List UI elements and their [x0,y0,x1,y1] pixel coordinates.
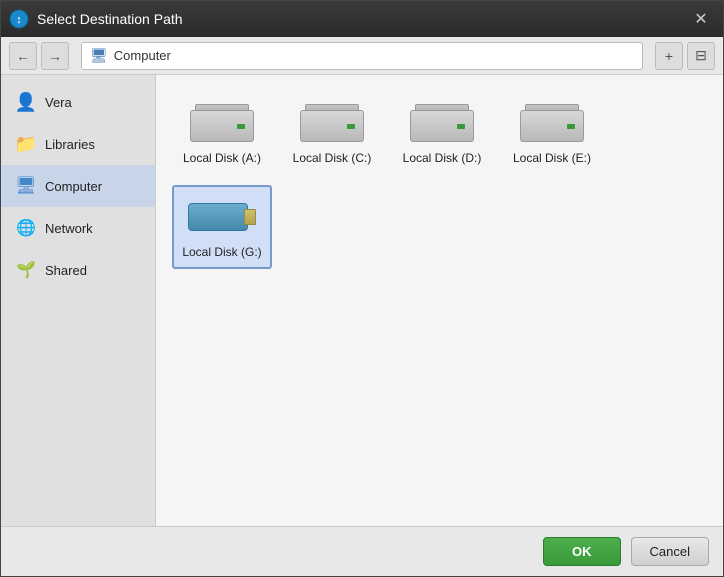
network-icon: 🌐 [15,217,37,239]
disk-item-e[interactable]: Local Disk (E:) [502,91,602,175]
disk-label-a: Local Disk (A:) [183,151,261,165]
disk-grid: Local Disk (A:) Local Disk (C:) [172,91,707,269]
content-area: 👤 Vera 📁 Libraries 🖥 Computer 🌐 [1,75,723,526]
sidebar-item-vera[interactable]: 👤 Vera [1,81,155,123]
back-button[interactable]: ← [9,42,37,70]
disk-item-g[interactable]: Local Disk (G:) [172,185,272,269]
disk-icon-d [408,101,476,145]
close-button[interactable]: ✕ [687,5,715,33]
main-pane: Local Disk (A:) Local Disk (C:) [156,75,723,526]
disk-icon-a [188,101,256,145]
view-toggle-button[interactable]: ⊟ [687,42,715,70]
sidebar-label-vera: Vera [45,95,72,110]
disk-label-g: Local Disk (G:) [182,245,261,259]
computer-icon: 🖥 [15,175,37,197]
disk-icon-g [188,195,256,239]
disk-icon-c [298,101,366,145]
footer: OK Cancel [1,526,723,576]
location-bar: 🖥 Computer [81,42,643,70]
toolbar: ← → 🖥 Computer + ⊟ [1,37,723,75]
disk-item-d[interactable]: Local Disk (D:) [392,91,492,175]
location-icon: 🖥 [90,47,108,64]
app-icon: ↕ [9,9,29,29]
library-icon: 📁 [15,133,37,155]
share-icon: 🌱 [15,259,37,281]
disk-label-c: Local Disk (C:) [293,151,372,165]
title-bar: ↕ Select Destination Path ✕ [1,1,723,37]
sidebar-item-shared[interactable]: 🌱 Shared [1,249,155,291]
disk-label-e: Local Disk (E:) [513,151,591,165]
sidebar-label-libraries: Libraries [45,137,95,152]
svg-text:↕: ↕ [16,14,22,26]
disk-label-d: Local Disk (D:) [403,151,482,165]
ok-button[interactable]: OK [543,537,621,566]
sidebar-label-shared: Shared [45,263,87,278]
disk-item-a[interactable]: Local Disk (A:) [172,91,272,175]
sidebar-item-libraries[interactable]: 📁 Libraries [1,123,155,165]
location-text: Computer [114,48,171,63]
cancel-button[interactable]: Cancel [631,537,709,566]
sidebar-item-network[interactable]: 🌐 Network [1,207,155,249]
new-folder-button[interactable]: + [655,42,683,70]
sidebar-label-network: Network [45,221,93,236]
disk-icon-e [518,101,586,145]
forward-button[interactable]: → [41,42,69,70]
person-icon: 👤 [15,91,37,113]
sidebar-label-computer: Computer [45,179,102,194]
toolbar-right: + ⊟ [655,42,715,70]
disk-item-c[interactable]: Local Disk (C:) [282,91,382,175]
sidebar: 👤 Vera 📁 Libraries 🖥 Computer 🌐 [1,75,156,526]
sidebar-item-computer[interactable]: 🖥 Computer [1,165,155,207]
dialog: ↕ Select Destination Path ✕ ← → 🖥 Comput… [0,0,724,577]
dialog-title: Select Destination Path [37,11,687,27]
